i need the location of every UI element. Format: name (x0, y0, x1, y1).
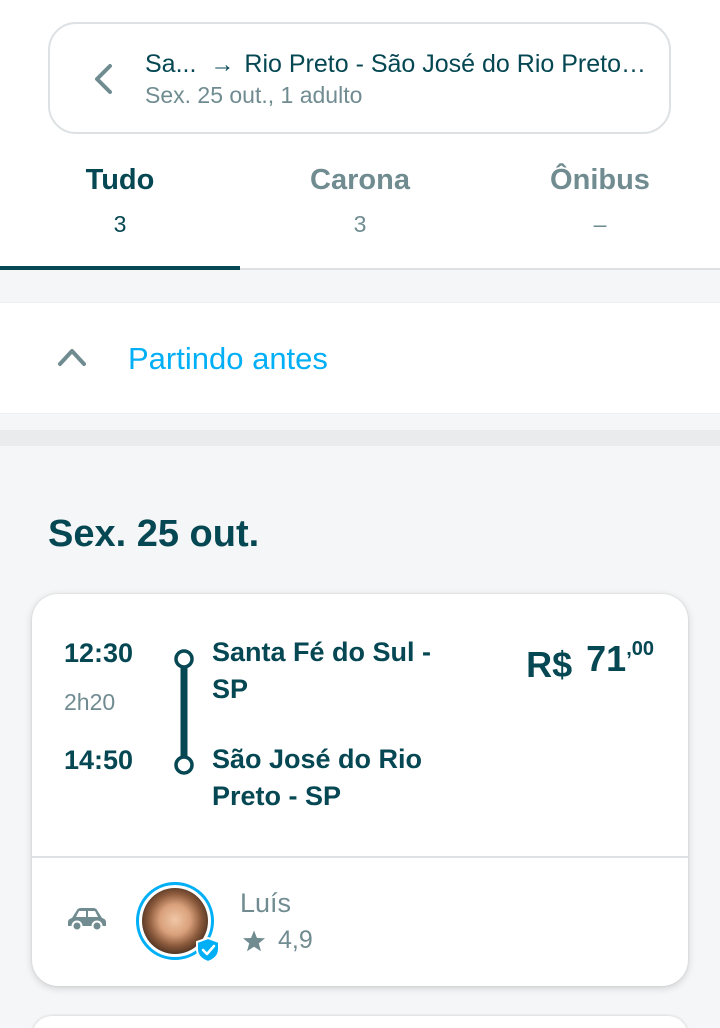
tab-count: 3 (353, 211, 367, 237)
next-ride-card[interactable] (32, 1016, 688, 1028)
ride-price: R$ 71 ,00 (526, 638, 654, 686)
tab-label: Ônibus (550, 164, 650, 196)
star-icon (243, 930, 265, 951)
origin-label: Sa... (145, 50, 197, 78)
price-cents: ,00 (626, 638, 654, 660)
date-heading: Sex. 25 out. (48, 513, 260, 555)
tab-label: Carona (310, 164, 410, 196)
search-summary[interactable]: Sa... → Rio Preto - São José do Rio Pret… (48, 22, 671, 134)
arrival-city: São José do Rio Preto - SP (212, 744, 423, 811)
route-line: Sa... → Rio Preto - São José do Rio Pret… (145, 50, 650, 79)
departure-city: Santa Fé do Sul - SP (212, 637, 432, 704)
car-icon (68, 908, 106, 932)
arrival-time: 14:50 (64, 745, 134, 775)
tab-tudo[interactable]: Tudo 3 (0, 150, 240, 270)
chevron-left-icon[interactable] (90, 62, 118, 96)
tab-count: 3 (113, 211, 127, 237)
tab-carona[interactable]: Carona 3 (240, 150, 480, 268)
arrow-right-icon: → (210, 50, 235, 78)
rating-value: 4,9 (278, 926, 313, 954)
chevron-up-icon (58, 349, 86, 366)
search-details: Sex. 25 out., 1 adulto (145, 82, 363, 108)
card-divider (32, 856, 688, 858)
tab-count: – (593, 211, 607, 237)
tab-onibus[interactable]: Ônibus – (480, 150, 720, 268)
driver-rating: 4,9 (242, 926, 313, 955)
ride-card[interactable]: 12:30 2h20 14:50 Santa Fé do Sul - SP Sã… (32, 594, 688, 986)
trip-duration: 2h20 (64, 689, 116, 715)
shield-check-icon (196, 937, 220, 963)
departing-earlier-label: Partindo antes (128, 341, 328, 376)
departing-earlier-button[interactable]: Partindo antes (0, 302, 720, 414)
driver-avatar (136, 882, 220, 963)
driver-name: Luís (240, 888, 292, 918)
destination-label: Rio Preto - São José do Rio Preto, ... (244, 50, 650, 78)
price-integer: 71 (586, 638, 627, 679)
departure-time: 12:30 (64, 638, 134, 668)
result-tabs: Tudo 3 Carona 3 Ônibus – (0, 150, 720, 270)
route-timeline (174, 649, 194, 775)
section-divider (0, 430, 720, 446)
tab-label: Tudo (85, 164, 155, 196)
price-currency: R$ (526, 644, 573, 685)
